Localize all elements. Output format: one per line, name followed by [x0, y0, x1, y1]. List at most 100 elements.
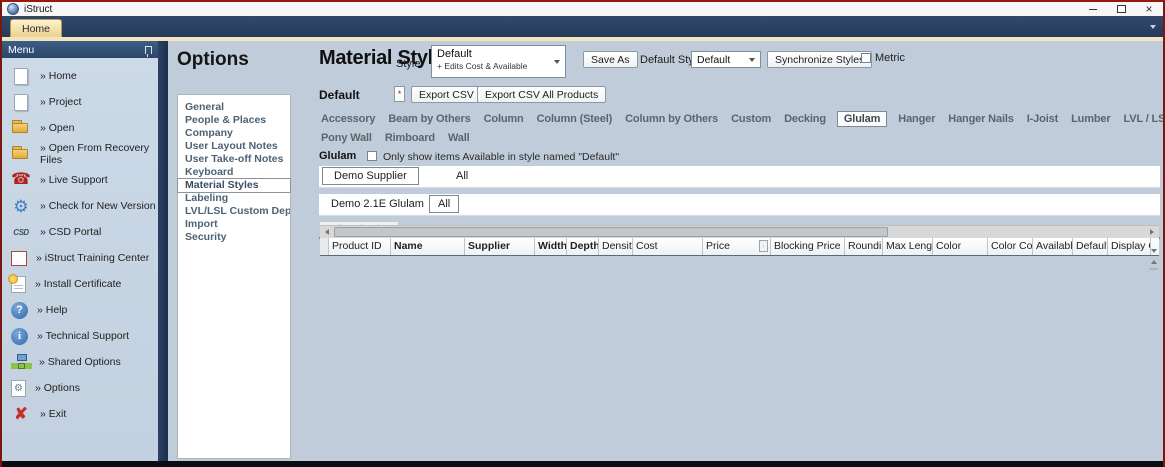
- close-icon: ×: [1145, 4, 1152, 14]
- scroll-up-icon[interactable]: [1148, 256, 1159, 267]
- vertical-scroll-thumb[interactable]: [1149, 268, 1158, 270]
- tab-series-all[interactable]: All: [429, 195, 459, 213]
- horizontal-scrollbar[interactable]: [320, 225, 1159, 238]
- tab-hanger-nails[interactable]: Hanger Nails: [946, 112, 1015, 126]
- save-as-button[interactable]: Save As: [583, 51, 638, 68]
- sidebar-item-label: » Install Certificate: [35, 278, 121, 290]
- tab-lumber[interactable]: Lumber: [1069, 112, 1112, 126]
- price-filter-icon[interactable]: ·: [759, 240, 768, 252]
- column-header-display_order[interactable]: Display Order: [1108, 238, 1151, 255]
- tab-wall[interactable]: Wall: [446, 131, 472, 145]
- tab-i-joist[interactable]: I-Joist: [1025, 112, 1060, 126]
- tab-column-steel[interactable]: Column (Steel): [535, 112, 615, 126]
- export-csv-all-button[interactable]: Export CSV All Products: [477, 86, 606, 103]
- sidebar-item-home[interactable]: » Home: [2, 63, 158, 89]
- column-header-width[interactable]: Width: [535, 238, 567, 255]
- shared-icon: [11, 354, 30, 370]
- column-header-max_length[interactable]: Max Length: [883, 238, 933, 255]
- tab-decking[interactable]: Decking: [782, 112, 828, 126]
- options-item-user-take-off-notes[interactable]: User Take-off Notes: [178, 153, 290, 166]
- column-header-density[interactable]: Density: [599, 238, 633, 255]
- tab-home[interactable]: Home: [10, 19, 62, 37]
- options-item-keyboard[interactable]: Keyboard: [178, 166, 290, 179]
- column-header-cost[interactable]: Cost: [633, 238, 703, 255]
- options-item-lvllsl-custom-depths[interactable]: LVL/LSL Custom Depths: [178, 205, 290, 218]
- column-header-color_code[interactable]: Color Code: [988, 238, 1033, 255]
- tab-lvl-lsl[interactable]: LVL / LSL: [1122, 112, 1163, 126]
- tab-column-by-others[interactable]: Column by Others: [623, 112, 720, 126]
- supplier-tab-strip: Demo Supplier All: [319, 166, 1160, 188]
- sidebar: Menu » Home» Project» Open» Open From Re…: [2, 41, 158, 461]
- restore-icon: [1117, 5, 1126, 13]
- pin-icon[interactable]: [145, 46, 152, 54]
- scroll-down-icon[interactable]: [1148, 245, 1159, 256]
- tab-beam-by-others[interactable]: Beam by Others: [386, 112, 472, 126]
- column-header-blocking_price[interactable]: Blocking Price: [771, 238, 845, 255]
- options-item-material-styles[interactable]: Material Styles: [178, 179, 290, 192]
- tab-series-name[interactable]: Demo 2.1E Glulam: [331, 198, 424, 210]
- scroll-right-icon[interactable]: [1145, 226, 1159, 238]
- tab-glulam[interactable]: Glulam: [837, 111, 887, 127]
- sidebar-item-open[interactable]: » Open: [2, 115, 158, 141]
- options-item-security[interactable]: Security: [178, 231, 290, 244]
- column-header-available[interactable]: Available: [1033, 238, 1073, 255]
- column-header-rounding[interactable]: Rounding: [845, 238, 883, 255]
- options-item-general[interactable]: General: [178, 101, 290, 114]
- tab-supplier-all[interactable]: All: [456, 170, 468, 182]
- close-button[interactable]: ×: [1135, 2, 1163, 16]
- sidebar-item-csd-portal[interactable]: » CSD Portal: [2, 219, 158, 245]
- sidebar-item-options[interactable]: » Options: [2, 375, 158, 401]
- restore-button[interactable]: [1107, 2, 1135, 16]
- tab-column[interactable]: Column: [482, 112, 526, 126]
- options-icon: [11, 380, 26, 397]
- column-header-depth[interactable]: Depth: [567, 238, 599, 255]
- column-header-default[interactable]: Default: [1073, 238, 1108, 255]
- options-item-people-&-places[interactable]: People & Places: [178, 114, 290, 127]
- metric-checkbox[interactable]: [861, 53, 871, 63]
- default-style-dropdown[interactable]: Default: [691, 51, 761, 68]
- info-icon: [11, 328, 28, 345]
- sidebar-item-istruct-training-center[interactable]: » iStruct Training Center: [2, 245, 158, 271]
- column-header-color[interactable]: Color: [933, 238, 988, 255]
- sidebar-item-exit[interactable]: » Exit: [2, 401, 158, 427]
- phone-icon: [11, 170, 31, 190]
- minimize-icon: [1089, 9, 1097, 10]
- sidebar-item-technical-support[interactable]: » Technical Support: [2, 323, 158, 349]
- scroll-left-icon[interactable]: [320, 226, 334, 238]
- page-icon: [11, 92, 31, 112]
- column-header-supplier[interactable]: Supplier: [465, 238, 535, 255]
- products-table: Product IDNameSupplierWidthDepthDensityC…: [319, 237, 1160, 239]
- sidebar-item-install-certificate[interactable]: » Install Certificate: [2, 271, 158, 297]
- style-dropdown[interactable]: Default + Edits Cost & Available: [431, 45, 566, 78]
- column-header-name[interactable]: Name: [391, 238, 465, 255]
- options-item-labeling[interactable]: Labeling: [178, 192, 290, 205]
- sidebar-item-open-from-recovery-files[interactable]: » Open From Recovery Files: [2, 141, 158, 167]
- column-header-label: Color: [936, 240, 961, 252]
- sidebar-item-help[interactable]: » Help: [2, 297, 158, 323]
- sidebar-item-label: » Check for New Version: [40, 200, 156, 212]
- tab-pony-wall[interactable]: Pony Wall: [319, 131, 374, 145]
- only-show-available-checkbox[interactable]: [367, 151, 377, 161]
- sidebar-item-check-for-new-version[interactable]: » Check for New Version: [2, 193, 158, 219]
- tab-custom[interactable]: Custom: [729, 112, 773, 126]
- minimize-button[interactable]: [1079, 2, 1107, 16]
- sidebar-item-shared-options[interactable]: » Shared Options: [2, 349, 158, 375]
- sidebar-item-live-support[interactable]: » Live Support: [2, 167, 158, 193]
- column-header-price[interactable]: Price·: [703, 238, 771, 255]
- options-item-user-layout-notes[interactable]: User Layout Notes: [178, 140, 290, 153]
- horizontal-scroll-thumb[interactable]: [334, 227, 888, 237]
- default-style-value: Default: [697, 54, 730, 66]
- page-icon: [11, 66, 31, 86]
- sidebar-item-project[interactable]: » Project: [2, 89, 158, 115]
- export-csv-button[interactable]: Export CSV: [411, 86, 482, 103]
- synchronize-styles-button[interactable]: Synchronize Styles: [767, 51, 872, 68]
- tab-accessory[interactable]: Accessory: [319, 112, 377, 126]
- tab-rimboard[interactable]: Rimboard: [383, 131, 437, 145]
- tab-hanger[interactable]: Hanger: [896, 112, 937, 126]
- style-note-button[interactable]: *: [394, 86, 405, 102]
- column-header-product_id[interactable]: Product ID: [329, 238, 391, 255]
- options-item-import[interactable]: Import: [178, 218, 290, 231]
- tab-demo-supplier[interactable]: Demo Supplier: [322, 167, 419, 185]
- ribbon-dropdown-icon[interactable]: [1150, 25, 1156, 29]
- options-item-company[interactable]: Company: [178, 127, 290, 140]
